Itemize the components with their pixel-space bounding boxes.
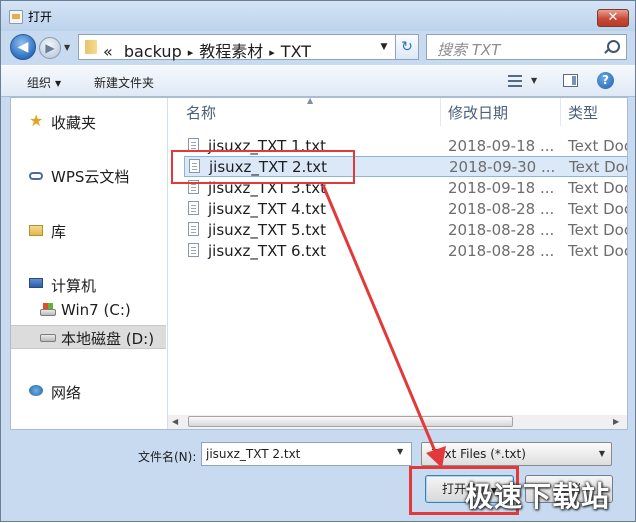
annotation-arrow — [321, 184, 446, 468]
open-file-dialog: 打开 ✕ ◀ ▶ ▼ « backup ▸ 教程素材 ▸ TXT ▼ ↻ 搜索 TXT … — [0, 0, 636, 522]
watermark-text: 极速下载站 — [465, 480, 611, 513]
